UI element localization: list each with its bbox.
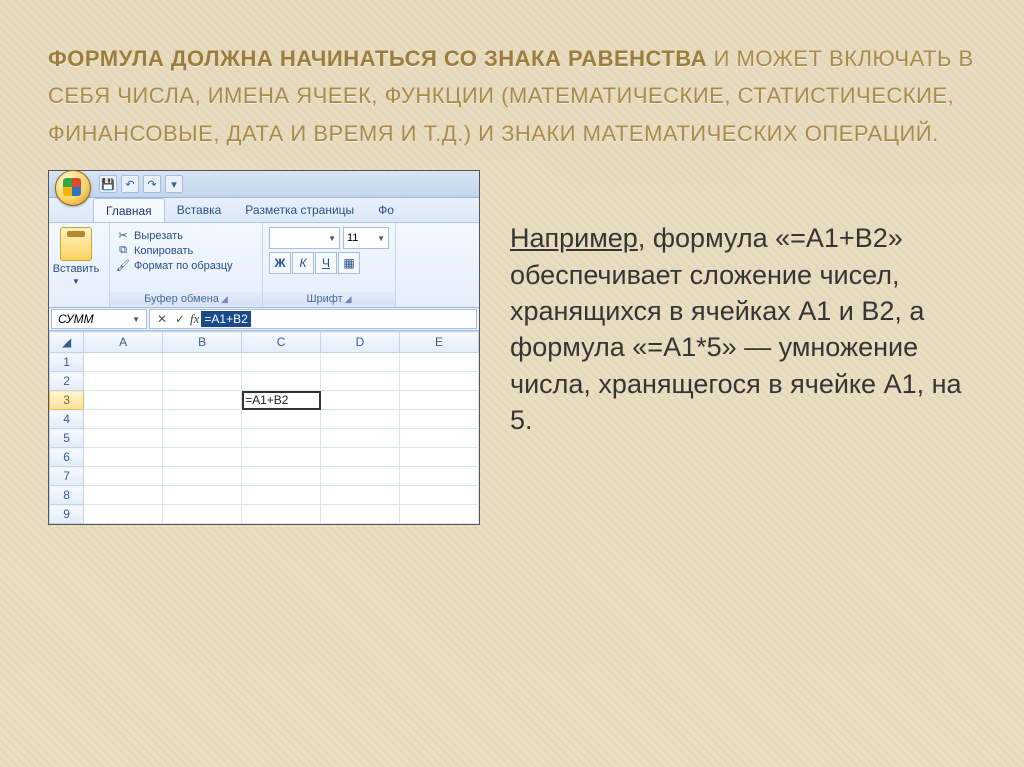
selected-cell[interactable]: =A1+B2	[242, 391, 321, 410]
format-label: Формат по образцу	[134, 260, 233, 272]
example-text: , формула «=А1+В2» обеспечивает сложение…	[510, 223, 962, 435]
clipboard-caption: Буфер обмена◢	[110, 292, 262, 306]
row-header[interactable]: 6	[50, 448, 84, 467]
font-caption: Шрифт◢	[263, 292, 395, 306]
row-header[interactable]: 2	[50, 372, 84, 391]
enter-icon[interactable]: ✓	[172, 312, 188, 326]
fx-icon[interactable]: fx	[190, 311, 199, 327]
cut-label: Вырезать	[134, 230, 183, 242]
row-header[interactable]: 5	[50, 429, 84, 448]
font-group: ▼ 11▼ Ж К Ч ▦ Шрифт◢	[263, 223, 396, 307]
column-headers: ◢ A B C D E	[50, 332, 479, 353]
row-header[interactable]: 9	[50, 505, 84, 524]
slide-title: ФОРМУЛА ДОЛЖНА НАЧИНАТЬСЯ СО ЗНАКА РАВЕН…	[48, 40, 976, 152]
cut-button[interactable]: ✂ Вырезать	[116, 229, 256, 243]
border-button[interactable]: ▦	[338, 252, 360, 274]
paste-label: Вставить	[53, 263, 100, 275]
clipboard-group: ✂ Вырезать ⧉ Копировать 🖌 Формат по образцу…	[110, 223, 263, 307]
font-name-select[interactable]: ▼	[269, 227, 340, 249]
tab-home[interactable]: Главная	[93, 198, 165, 222]
col-header[interactable]: A	[84, 332, 163, 353]
office-button-icon[interactable]	[55, 170, 91, 206]
quick-access-toolbar: 💾 ↶ ↷ ▾	[99, 175, 183, 193]
font-size-select[interactable]: 11▼	[343, 227, 389, 249]
row-header[interactable]: 1	[50, 353, 84, 372]
brush-icon: 🖌	[116, 259, 130, 273]
formula-input[interactable]: ✕ ✓ fx =A1+B2	[149, 309, 477, 329]
body-text: Например, формула «=А1+В2» обеспечивает …	[510, 220, 976, 439]
save-icon[interactable]: 💾	[99, 175, 117, 193]
copy-label: Копировать	[134, 245, 193, 257]
undo-icon[interactable]: ↶	[121, 175, 139, 193]
tab-truncated[interactable]: Фо	[366, 198, 406, 222]
cancel-icon[interactable]: ✕	[154, 312, 170, 326]
paste-button[interactable]: Вставить ▼	[55, 227, 97, 286]
example-lead: Например	[510, 223, 638, 253]
redo-icon[interactable]: ↷	[143, 175, 161, 193]
row-header[interactable]: 7	[50, 467, 84, 486]
excel-screenshot: 💾 ↶ ↷ ▾ Главная Вставка Разметка страниц…	[48, 170, 480, 525]
col-header[interactable]: D	[321, 332, 400, 353]
row-header[interactable]: 4	[50, 410, 84, 429]
tab-insert[interactable]: Вставка	[165, 198, 234, 222]
bold-button[interactable]: Ж	[269, 252, 291, 274]
scissors-icon: ✂	[116, 229, 130, 243]
paste-group: Вставить ▼	[49, 223, 110, 307]
excel-titlebar: 💾 ↶ ↷ ▾	[49, 171, 479, 198]
col-header[interactable]: E	[399, 332, 478, 353]
format-painter-button[interactable]: 🖌 Формат по образцу	[116, 259, 256, 273]
formula-value: =A1+B2	[201, 311, 250, 327]
worksheet-grid[interactable]: ◢ A B C D E 1 2 3 =A1+B2 4 5 6 7	[49, 331, 479, 524]
copy-button[interactable]: ⧉ Копировать	[116, 244, 256, 258]
paste-icon	[60, 227, 92, 261]
select-all-button[interactable]: ◢	[50, 332, 84, 353]
ribbon: Вставить ▼ ✂ Вырезать ⧉ Копировать 🖌 Формат…	[49, 223, 479, 308]
row-header[interactable]: 8	[50, 486, 84, 505]
col-header[interactable]: B	[163, 332, 242, 353]
tab-page-layout[interactable]: Разметка страницы	[233, 198, 366, 222]
name-box[interactable]: СУММ▼	[51, 309, 147, 329]
underline-button[interactable]: Ч	[315, 252, 337, 274]
qat-more-icon[interactable]: ▾	[165, 175, 183, 193]
ribbon-tabs: Главная Вставка Разметка страницы Фо	[49, 198, 479, 223]
formula-bar: СУММ▼ ✕ ✓ fx =A1+B2	[49, 308, 479, 331]
italic-button[interactable]: К	[292, 252, 314, 274]
col-header[interactable]: C	[242, 332, 321, 353]
row-header[interactable]: 3	[50, 391, 84, 410]
title-bold: ФОРМУЛА ДОЛЖНА НАЧИНАТЬСЯ СО ЗНАКА РАВЕН…	[48, 46, 707, 71]
copy-icon: ⧉	[116, 244, 130, 258]
